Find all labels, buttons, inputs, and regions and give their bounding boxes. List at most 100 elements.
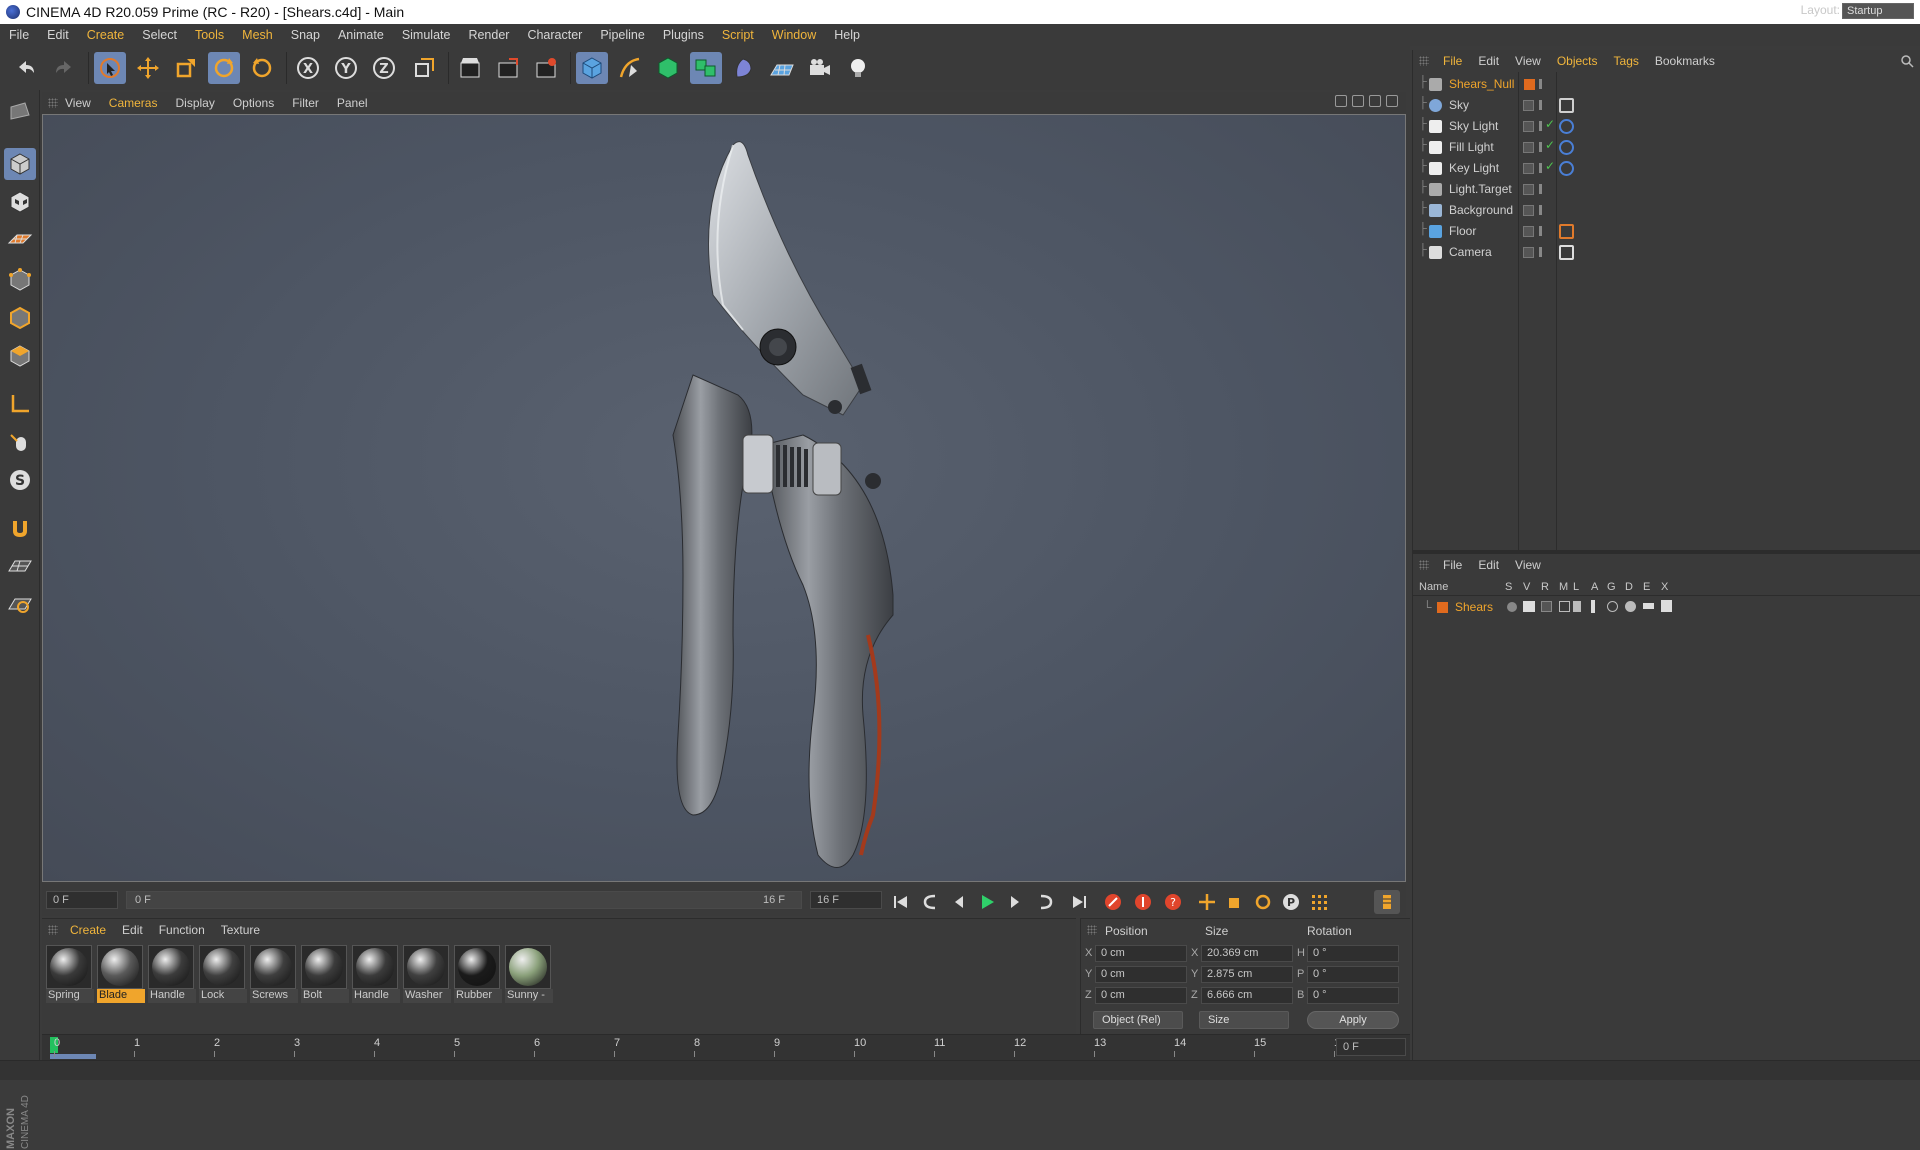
material-swatch[interactable]: Sunny - bbox=[505, 945, 553, 1005]
z-axis-lock-icon[interactable]: Z bbox=[368, 52, 400, 84]
start-frame-field[interactable]: 0 F bbox=[46, 891, 118, 909]
menu-simulate[interactable]: Simulate bbox=[393, 28, 460, 42]
material-swatch[interactable]: Rubber bbox=[454, 945, 502, 1005]
layer-color-icon[interactable] bbox=[1524, 79, 1535, 90]
layer-color-swatch[interactable] bbox=[1437, 602, 1448, 613]
object-row[interactable]: ├ Background bbox=[1413, 200, 1920, 221]
previous-key-icon[interactable] bbox=[918, 890, 944, 914]
menu-select[interactable]: Select bbox=[133, 28, 186, 42]
viewport-menu-panel[interactable]: Panel bbox=[328, 96, 377, 110]
floor-object-icon[interactable] bbox=[766, 52, 798, 84]
undo-icon[interactable] bbox=[10, 52, 42, 84]
size-mode-select[interactable]: Size bbox=[1199, 1011, 1289, 1029]
object-menu-file[interactable]: File bbox=[1435, 54, 1470, 68]
viewport-menu-view[interactable]: View bbox=[56, 96, 100, 110]
layer-name[interactable]: Shears bbox=[1455, 600, 1493, 614]
object-name[interactable]: Background bbox=[1449, 203, 1513, 217]
menu-render[interactable]: Render bbox=[459, 28, 518, 42]
display-toggle-icon[interactable] bbox=[1523, 205, 1534, 216]
object-name[interactable]: Camera bbox=[1449, 245, 1492, 259]
visibility-dots-icon[interactable] bbox=[1539, 184, 1542, 194]
menu-create[interactable]: Create bbox=[78, 28, 134, 42]
display-toggle-icon[interactable] bbox=[1523, 142, 1534, 153]
size-field[interactable]: 20.369 cm bbox=[1201, 945, 1293, 962]
target-tag-icon[interactable] bbox=[1559, 140, 1574, 155]
solo-mode-icon[interactable]: S bbox=[4, 464, 36, 496]
object-name[interactable]: Sky bbox=[1449, 98, 1469, 112]
viewport-menu-display[interactable]: Display bbox=[166, 96, 223, 110]
snapping-icon[interactable] bbox=[4, 512, 36, 544]
record-active-objects-icon[interactable] bbox=[1100, 890, 1126, 914]
scale-icon[interactable] bbox=[170, 52, 202, 84]
menu-script[interactable]: Script bbox=[713, 28, 763, 42]
model-mode-icon[interactable] bbox=[4, 148, 36, 180]
light-object-icon[interactable] bbox=[842, 52, 874, 84]
display-toggle-icon[interactable] bbox=[1523, 121, 1534, 132]
object-name[interactable]: Fill Light bbox=[1449, 140, 1494, 154]
visibility-dots-icon[interactable] bbox=[1539, 205, 1542, 215]
layer-row[interactable]: └ Shears bbox=[1413, 598, 1920, 616]
material-swatch[interactable]: Handle bbox=[352, 945, 400, 1005]
object-row[interactable]: ├ Shears_Null bbox=[1413, 74, 1920, 95]
pen-spline-icon[interactable] bbox=[614, 52, 646, 84]
end-frame-field[interactable]: 16 F bbox=[810, 891, 882, 909]
point-level-animation-icon[interactable] bbox=[1306, 890, 1332, 914]
object-name[interactable]: Sky Light bbox=[1449, 119, 1498, 133]
display-toggle-icon[interactable] bbox=[1523, 184, 1534, 195]
viewport-nav-icons[interactable] bbox=[1335, 95, 1398, 107]
visibility-dots-icon[interactable] bbox=[1539, 163, 1542, 173]
x-axis-lock-icon[interactable]: X bbox=[292, 52, 324, 84]
redo-icon[interactable] bbox=[48, 52, 80, 84]
layer-column-e[interactable]: E bbox=[1643, 581, 1650, 593]
scale-track-icon[interactable] bbox=[1222, 890, 1248, 914]
play-forward-icon[interactable] bbox=[974, 890, 1000, 914]
visibility-dots-icon[interactable] bbox=[1539, 142, 1542, 152]
object-row[interactable]: ├ Key Light ✓ bbox=[1413, 158, 1920, 179]
preview-range[interactable] bbox=[50, 1054, 96, 1059]
go-to-end-icon[interactable] bbox=[1066, 890, 1092, 914]
menu-animate[interactable]: Animate bbox=[329, 28, 393, 42]
generators-toggle-icon[interactable] bbox=[1607, 601, 1618, 612]
object-row[interactable]: ├ Floor bbox=[1413, 221, 1920, 242]
target-tag-icon[interactable] bbox=[1559, 119, 1574, 134]
display-toggle-icon[interactable] bbox=[1523, 247, 1534, 258]
solo-toggle-icon[interactable] bbox=[1507, 602, 1517, 612]
next-key-icon[interactable] bbox=[1032, 890, 1058, 914]
deformer-icon[interactable] bbox=[728, 52, 760, 84]
subdivision-surface-icon[interactable] bbox=[652, 52, 684, 84]
viewport-menu-cameras[interactable]: Cameras bbox=[100, 96, 167, 110]
points-mode-icon[interactable] bbox=[4, 264, 36, 296]
keyframe-selection-icon[interactable]: ? bbox=[1160, 890, 1186, 914]
layer-column-s[interactable]: S bbox=[1505, 581, 1512, 593]
rotation-field[interactable]: 0 ° bbox=[1307, 945, 1399, 962]
menu-mesh[interactable]: Mesh bbox=[233, 28, 282, 42]
xrefs-toggle-icon[interactable] bbox=[1661, 600, 1672, 612]
rotate-icon[interactable] bbox=[208, 52, 240, 84]
menu-plugins[interactable]: Plugins bbox=[654, 28, 713, 42]
visibility-dots-icon[interactable] bbox=[1539, 226, 1542, 236]
material-menu-function[interactable]: Function bbox=[151, 923, 213, 937]
display-toggle-icon[interactable] bbox=[1523, 100, 1534, 111]
animation-toggle-icon[interactable] bbox=[1591, 600, 1595, 613]
apply-button[interactable]: Apply bbox=[1307, 1011, 1399, 1029]
visible-toggle-icon[interactable] bbox=[1523, 601, 1535, 612]
3d-viewport[interactable] bbox=[42, 114, 1406, 882]
edges-mode-icon[interactable] bbox=[4, 302, 36, 334]
layer-column-m[interactable]: M bbox=[1559, 581, 1568, 593]
timeline-ruler[interactable]: 012345678910111213141516 bbox=[42, 1034, 1410, 1060]
menu-help[interactable]: Help bbox=[825, 28, 869, 42]
material-swatch[interactable]: Screws bbox=[250, 945, 298, 1005]
menu-edit[interactable]: Edit bbox=[38, 28, 78, 42]
enabled-check-icon[interactable]: ✓ bbox=[1545, 117, 1555, 131]
object-menu-objects[interactable]: Objects bbox=[1549, 54, 1606, 68]
layer-column-r[interactable]: R bbox=[1541, 581, 1549, 593]
search-icon[interactable] bbox=[1900, 54, 1914, 68]
position-field[interactable]: 0 cm bbox=[1095, 945, 1187, 962]
target-tag-icon[interactable] bbox=[1559, 161, 1574, 176]
layer-column-d[interactable]: D bbox=[1625, 581, 1633, 593]
object-name[interactable]: Light.Target bbox=[1449, 182, 1512, 196]
menu-character[interactable]: Character bbox=[518, 28, 591, 42]
move-icon[interactable] bbox=[132, 52, 164, 84]
material-swatch[interactable]: Lock bbox=[199, 945, 247, 1005]
axis-mode-icon[interactable] bbox=[4, 388, 36, 420]
